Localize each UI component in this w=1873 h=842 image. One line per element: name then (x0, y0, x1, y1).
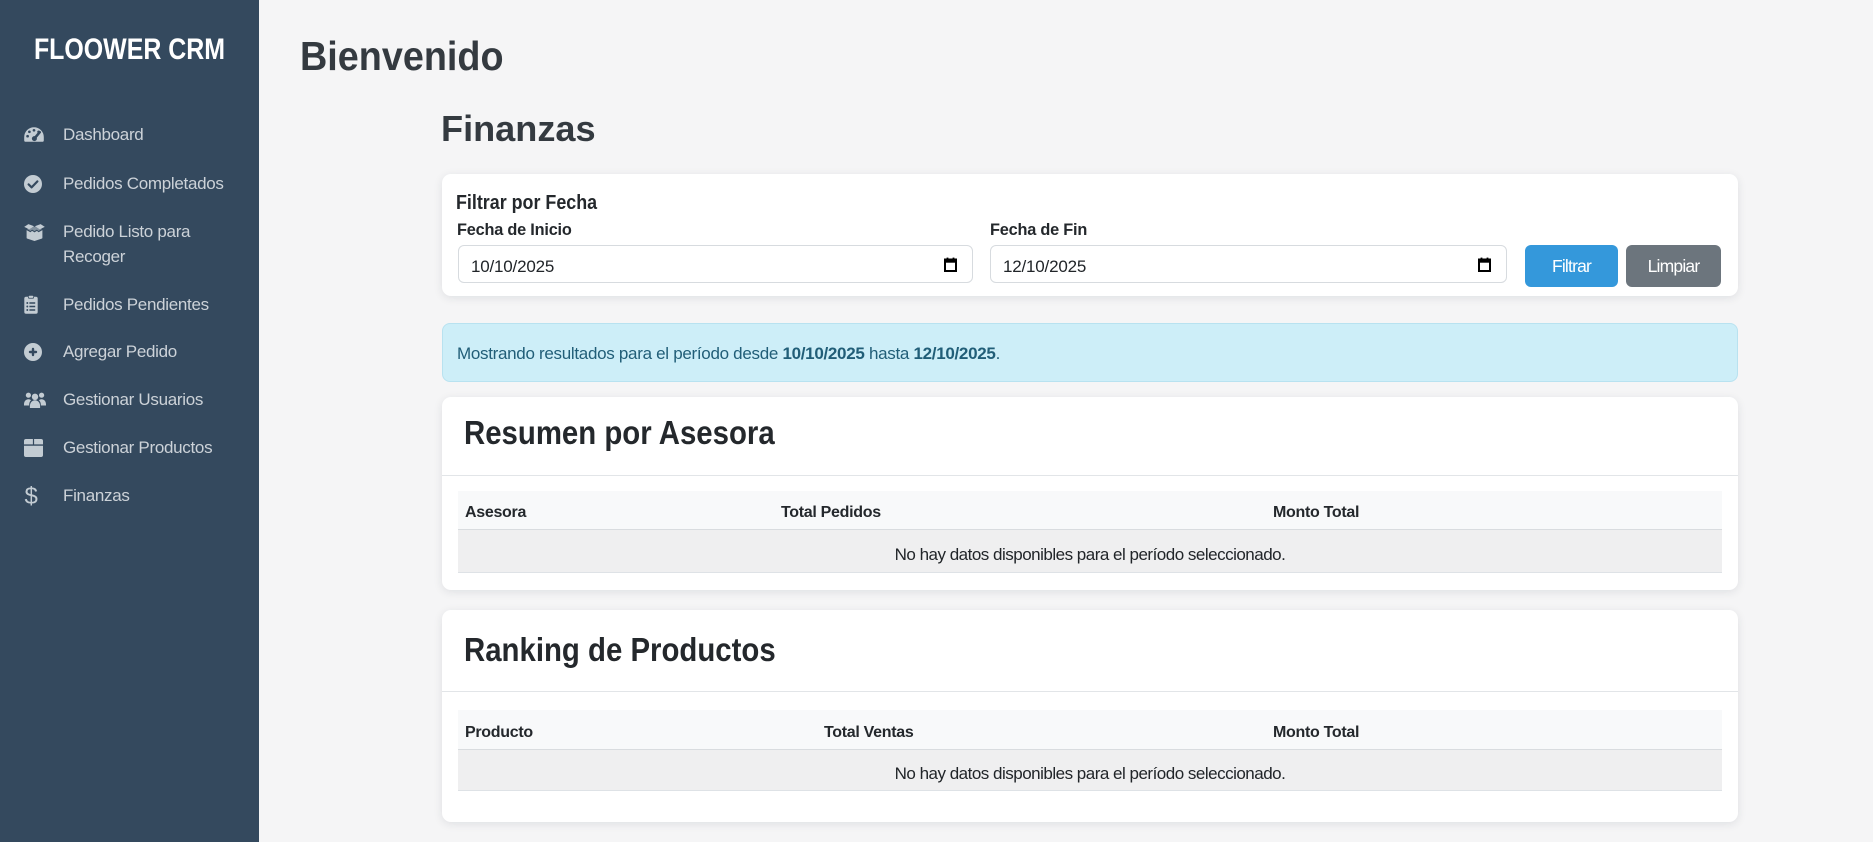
svg-text:$: $ (24, 485, 37, 507)
